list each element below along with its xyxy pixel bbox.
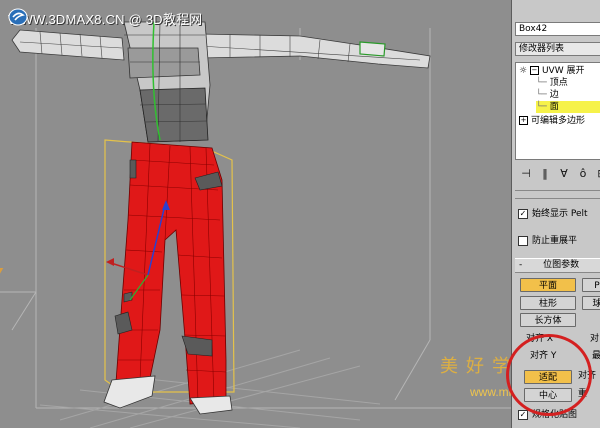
object-name-field[interactable]: Box42	[515, 22, 600, 36]
always-show-pelt-checkbox[interactable]: ✓ 始终显示 Pelt	[518, 207, 588, 221]
highlight-circle-annotation	[506, 334, 592, 416]
show-end-result-icon[interactable]: ‖	[538, 167, 552, 181]
pin-stack-icon[interactable]: ⊣	[519, 167, 533, 181]
rollout-title: 位图参数	[543, 260, 580, 270]
remove-modifier-icon[interactable]: ô	[576, 167, 590, 181]
watermark-bar: WWW.3DMAX8.CN @ 3D教程网	[8, 8, 202, 28]
site-watermark-url: www.mlzc.cn	[470, 385, 511, 399]
stack-subitem-label: 边	[549, 90, 559, 100]
stack-subitem-label: 顶点	[549, 78, 568, 88]
stack-item-editable-poly[interactable]: + 可编辑多边形	[519, 115, 585, 127]
modifier-list-dropdown[interactable]: 修改器列表	[515, 42, 600, 56]
stack-subitem-vertex[interactable]: └─ 顶点	[536, 77, 568, 89]
divider	[515, 190, 600, 191]
checkbox-label: 防止重展平	[532, 236, 578, 246]
viewport-guides	[0, 28, 511, 409]
make-unique-icon[interactable]: ∀	[557, 167, 571, 181]
checkbox-checked-icon[interactable]: ✓	[518, 208, 528, 219]
rollout-collapse-icon[interactable]: -	[519, 260, 522, 270]
tree-line-icon: └─	[536, 78, 550, 88]
perspective-viewport[interactable]: WWW.3DMAX8.CN @ 3D教程网 美好学习 www.mlzc.cn	[0, 0, 511, 428]
stack-subitem-label: 面	[549, 102, 559, 112]
cylindrical-map-button[interactable]: 柱形	[520, 296, 576, 310]
divider	[515, 198, 600, 199]
checkbox-checked-icon[interactable]: ✓	[518, 409, 528, 420]
checkbox-label: 始终显示 Pelt	[532, 209, 588, 219]
lightbulb-icon[interactable]: ☼	[519, 66, 527, 76]
box-map-button[interactable]: 长方体	[520, 313, 576, 327]
checkbox-unchecked-icon[interactable]	[518, 235, 528, 246]
prevent-reflatten-checkbox[interactable]: 防止重展平	[518, 234, 577, 248]
rollout-map-parameters[interactable]: - 位图参数	[515, 258, 600, 273]
character-arms	[11, 29, 431, 69]
stack-item-label: 可编辑多边形	[531, 116, 586, 126]
site-watermark-chinese: 美好学习	[440, 356, 511, 377]
collapse-icon[interactable]: −	[529, 66, 539, 75]
spherical-map-button[interactable]: 球	[582, 296, 600, 310]
swirl-logo-icon	[8, 8, 28, 26]
stack-item-label: UVW 展开	[541, 66, 585, 76]
tree-line-icon: └─	[536, 102, 550, 112]
character-torso	[123, 21, 211, 143]
modifier-stack[interactable]: ☼ − UVW 展开 └─ 顶点 └─ 边 └─ 面 + 可编辑多边形	[515, 62, 600, 160]
tree-line-icon: └─	[536, 90, 550, 100]
align-right-option[interactable]: 对	[590, 333, 599, 346]
scene-canvas	[0, 21, 511, 428]
stack-subitem-face[interactable]: └─ 面	[536, 101, 600, 113]
pelt-map-button[interactable]: P	[582, 278, 600, 292]
stack-item-uvw-unwrap[interactable]: ☼ − UVW 展开	[519, 65, 584, 77]
best-align-option[interactable]: 最	[592, 350, 600, 363]
stack-subitem-edge[interactable]: └─ 边	[536, 89, 559, 101]
character-pants	[114, 141, 227, 405]
planar-map-button[interactable]: 平面	[520, 278, 576, 292]
watermark-text: WWW.3DMAX8.CN @ 3D教程网	[8, 11, 203, 27]
stack-toolbar: ⊣ ‖ ∀ ô ⊞	[515, 163, 600, 185]
configure-sets-icon[interactable]: ⊞	[595, 167, 600, 181]
expand-icon[interactable]: +	[519, 116, 528, 125]
